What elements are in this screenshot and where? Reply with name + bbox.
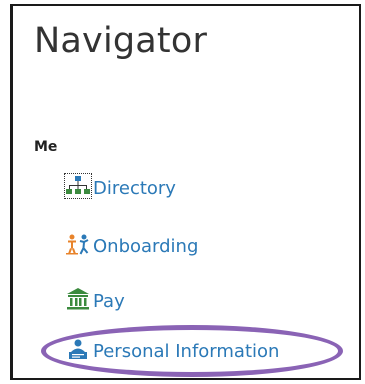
nav-item-onboarding[interactable]: Onboarding <box>65 232 198 256</box>
nav-item-personal-information[interactable]: Personal Information <box>65 337 279 361</box>
bank-building-icon <box>65 287 91 311</box>
navigator-panel: Navigator Me Directory Onboarding Pay Pe… <box>10 4 361 380</box>
section-label-me: Me <box>34 139 58 155</box>
person-card-icon <box>65 337 91 361</box>
onboarding-people-icon <box>65 232 91 256</box>
nav-item-label: Pay <box>93 291 125 312</box>
nav-item-pay[interactable]: Pay <box>65 287 125 311</box>
org-chart-icon <box>64 173 92 199</box>
page-title: Navigator <box>34 21 208 61</box>
nav-item-directory[interactable]: Directory <box>64 173 176 199</box>
nav-item-label: Onboarding <box>93 236 199 257</box>
nav-item-label: Personal Information <box>93 341 280 362</box>
nav-item-label: Directory <box>93 178 176 199</box>
